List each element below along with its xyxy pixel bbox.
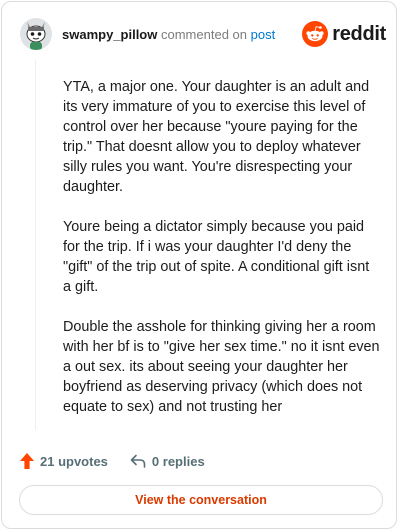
comment-body: YTA, a major one. Your daughter is an ad… (63, 77, 381, 437)
reddit-brand[interactable]: reddit (302, 20, 386, 48)
upvotes-stat[interactable]: 21 upvotes (20, 453, 108, 469)
comment-paragraph-3: Double the asshole for thinking giving h… (63, 319, 380, 415)
upvotes-count: 21 upvotes (40, 453, 108, 469)
comment-paragraph-2: Youre being a dictator simply because yo… (63, 219, 370, 295)
author-line: swampy_pillow commented on post (62, 27, 275, 43)
reply-arrow-icon (130, 454, 146, 468)
upvote-arrow-icon (20, 453, 34, 469)
brand-name: reddit (332, 22, 386, 45)
replies-stat[interactable]: 0 replies (130, 454, 205, 469)
action-text: commented on (161, 27, 247, 42)
view-conversation-button[interactable]: View the conversation (19, 485, 383, 515)
author-name[interactable]: swampy_pillow (62, 27, 157, 42)
comment-footer: 21 upvotes 0 replies (20, 451, 227, 471)
comment-paragraph-1: YTA, a major one. Your daughter is an ad… (63, 79, 370, 195)
post-link[interactable]: post (251, 27, 276, 42)
replies-count: 0 replies (151, 453, 205, 469)
comment-header: swampy_pillow commented on post reddit (20, 18, 386, 52)
snoo-avatar-icon (20, 18, 52, 50)
reddit-logo-icon (302, 21, 329, 47)
user-avatar[interactable] (20, 18, 52, 50)
comment-card: swampy_pillow commented on post reddit Y… (1, 1, 397, 529)
thread-line (35, 60, 36, 430)
